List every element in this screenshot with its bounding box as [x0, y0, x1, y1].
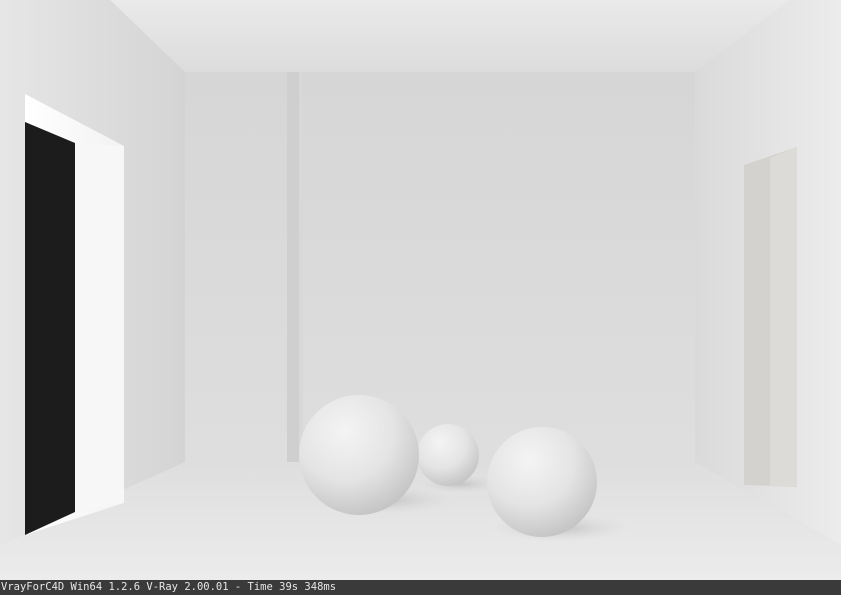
render-status-text: VrayForC4D Win64 1.2.6 V-Ray 2.00.01 - T…: [1, 581, 337, 593]
sphere-right: [487, 427, 597, 537]
render-status-bar: VrayForC4D Win64 1.2.6 V-Ray 2.00.01 - T…: [0, 580, 841, 595]
sphere-small: [417, 424, 479, 486]
ceiling: [110, 0, 790, 72]
back-wall-pillar: [287, 72, 299, 462]
render-image: [0, 0, 841, 580]
back-wall: [185, 72, 695, 462]
render-window: VrayForC4D Win64 1.2.6 V-Ray 2.00.01 - T…: [0, 0, 841, 595]
left-doorway-opening: [25, 122, 75, 535]
sphere-left: [299, 395, 419, 515]
